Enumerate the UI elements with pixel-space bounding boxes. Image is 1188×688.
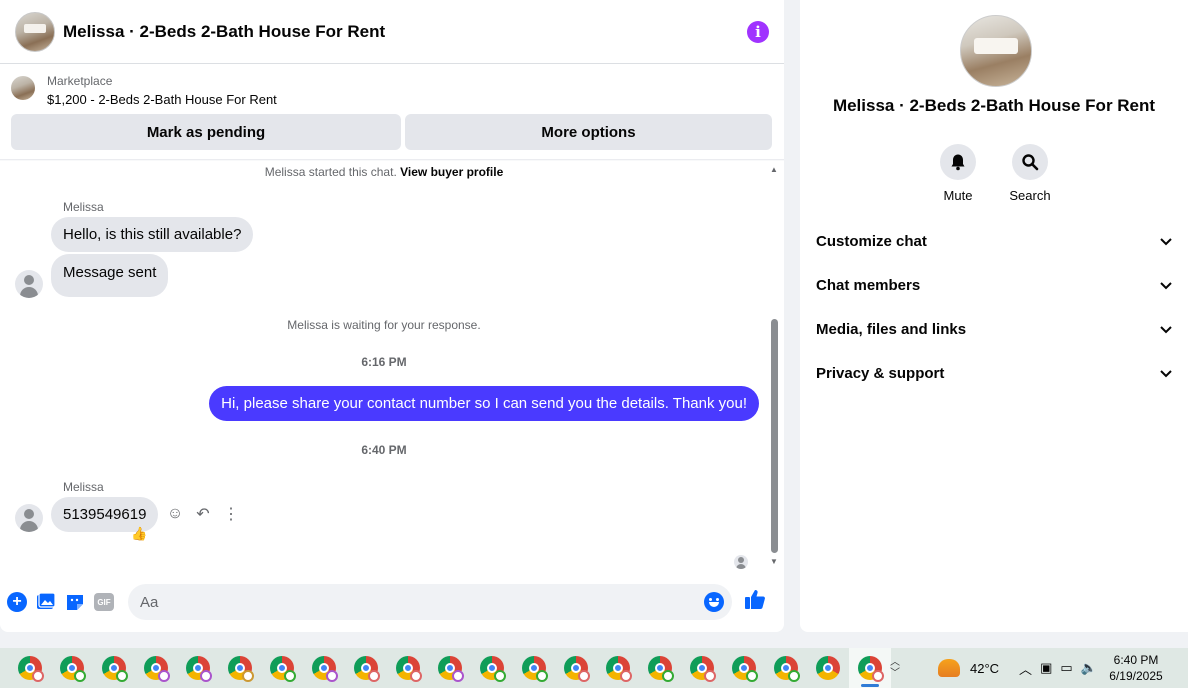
sender-name: Melissa xyxy=(63,480,104,494)
chrome-taskbar-icon[interactable] xyxy=(387,648,429,688)
scroll-up-icon[interactable]: ▲ xyxy=(769,165,779,175)
taskbar: ︿ ﹀ 42°C ︿ ▣ ▭ 🔈 6:40 PM 6/19/2025 xyxy=(0,648,1188,688)
chat-avatar[interactable] xyxy=(15,11,55,52)
network-icon[interactable]: ▭ xyxy=(1060,660,1072,676)
mute-label: Mute xyxy=(943,188,973,203)
photo-icon[interactable] xyxy=(35,591,57,613)
chrome-taskbar-icon[interactable] xyxy=(429,648,471,688)
info-title: Melissa · 2-Beds 2-Bath House For Rent xyxy=(832,96,1156,115)
message-composer: + GIF Aa xyxy=(0,584,784,620)
chat-started-notice: Melissa started this chat. View buyer pr… xyxy=(0,165,768,179)
chrome-taskbar-icon-active[interactable] xyxy=(849,648,891,688)
reply-icon[interactable]: ↶ xyxy=(194,505,212,523)
listing-title: $1,200 - 2-Beds 2-Bath House For Rent xyxy=(47,92,277,107)
message-input[interactable]: Aa xyxy=(128,584,732,620)
bell-icon[interactable] xyxy=(940,144,976,180)
message-actions: ☺ ↶ ⋮ xyxy=(166,505,240,523)
emoji-icon[interactable] xyxy=(704,592,724,612)
chevron-down-icon xyxy=(1160,366,1172,381)
chrome-taskbar-icon[interactable] xyxy=(723,648,765,688)
section-label: Media, files and links xyxy=(816,320,967,338)
sender-avatar[interactable] xyxy=(15,504,43,532)
section-label: Chat members xyxy=(816,276,921,294)
chrome-taskbar-icon[interactable] xyxy=(639,648,681,688)
clock-date: 6/19/2025 xyxy=(1109,669,1163,683)
thumbs-up-reaction[interactable]: 👍 xyxy=(131,526,147,542)
chevron-down-icon xyxy=(1160,234,1172,249)
chat-header: Melissa · 2-Beds 2-Bath House For Rent i xyxy=(0,0,784,64)
chrome-taskbar-icon[interactable] xyxy=(681,648,723,688)
volume-icon[interactable]: 🔈 xyxy=(1081,660,1097,676)
chrome-taskbar-icon[interactable] xyxy=(219,648,261,688)
chrome-taskbar-icon[interactable] xyxy=(513,648,555,688)
section-label: Customize chat xyxy=(816,232,927,250)
more-icon[interactable]: ⋮ xyxy=(222,505,240,523)
scrollbar-thumb[interactable] xyxy=(771,319,778,553)
message-bubble[interactable]: Hello, is this still available? xyxy=(51,217,254,252)
sender-name: Melissa xyxy=(63,200,104,214)
chrome-taskbar-icon[interactable] xyxy=(471,648,513,688)
chevron-down-icon xyxy=(1160,278,1172,293)
timestamp: 6:16 PM xyxy=(361,355,407,369)
search-label: Search xyxy=(1009,188,1051,203)
temperature[interactable]: 42°C xyxy=(970,661,999,676)
listing-thumbnail xyxy=(11,76,35,100)
chat-info-panel: Melissa · 2-Beds 2-Bath House For Rent M… xyxy=(800,0,1188,632)
sender-avatar[interactable] xyxy=(15,270,43,298)
chat-started-text: Melissa started this chat. xyxy=(264,165,397,179)
chrome-taskbar-icon[interactable] xyxy=(9,648,51,688)
chrome-taskbar-icon[interactable] xyxy=(93,648,135,688)
chrome-taskbar-icon[interactable] xyxy=(177,648,219,688)
customize-chat-section[interactable]: Customize chat xyxy=(816,219,1172,263)
marketplace-label: Marketplace xyxy=(47,74,113,88)
system-tray: ︿ ﹀ 42°C ︿ ▣ ▭ 🔈 xyxy=(890,648,1097,688)
chrome-taskbar-icon[interactable] xyxy=(303,648,345,688)
message-input-placeholder: Aa xyxy=(140,593,159,611)
gif-label: GIF xyxy=(94,593,114,611)
media-files-links-section[interactable]: Media, files and links xyxy=(816,307,1172,351)
privacy-support-section[interactable]: Privacy & support xyxy=(816,351,1172,395)
chevron-down-icon xyxy=(1160,322,1172,337)
view-buyer-profile-link[interactable]: View buyer profile xyxy=(400,165,503,179)
clock[interactable]: 6:40 PM 6/19/2025 xyxy=(1096,648,1176,688)
marketplace-listing[interactable]: Marketplace $1,200 - 2-Beds 2-Bath House… xyxy=(0,64,784,110)
info-icon[interactable]: i xyxy=(747,20,769,43)
plus-icon[interactable]: + xyxy=(6,591,28,613)
waiting-notice: Melissa is waiting for your response. xyxy=(287,318,481,332)
scrollbar[interactable]: ▲ ▼ xyxy=(768,163,780,569)
thumbs-up-send-icon[interactable] xyxy=(744,588,766,616)
more-options-button[interactable]: More options xyxy=(405,114,772,150)
react-icon[interactable]: ☺ xyxy=(166,505,184,523)
gif-icon[interactable]: GIF xyxy=(93,591,115,613)
message-list: Melissa started this chat. View buyer pr… xyxy=(0,161,768,571)
message-bubble[interactable]: Message sent xyxy=(51,254,169,297)
outgoing-message-bubble[interactable]: Hi, please share your contact number so … xyxy=(209,386,759,421)
search-icon[interactable] xyxy=(1012,144,1048,180)
timestamp: 6:40 PM xyxy=(361,443,407,457)
info-avatar[interactable] xyxy=(960,15,1032,87)
chrome-taskbar-icon[interactable] xyxy=(135,648,177,688)
scroll-down-icon[interactable]: ▼ xyxy=(769,557,779,567)
meet-icon[interactable]: ▣ xyxy=(1040,660,1052,676)
mute-action[interactable]: Mute xyxy=(928,144,988,203)
chat-title[interactable]: Melissa · 2-Beds 2-Bath House For Rent xyxy=(63,22,747,42)
overflow-chevron-icon[interactable]: ︿ ﹀ xyxy=(890,657,900,679)
chat-panel: Melissa · 2-Beds 2-Bath House For Rent i… xyxy=(0,0,784,632)
chrome-taskbar-icon[interactable] xyxy=(597,648,639,688)
search-action[interactable]: Search xyxy=(1000,144,1060,203)
tray-chevron-up-icon[interactable]: ︿ xyxy=(1019,659,1032,678)
chat-members-section[interactable]: Chat members xyxy=(816,263,1172,307)
mark-as-pending-button[interactable]: Mark as pending xyxy=(11,114,401,150)
clock-time: 6:40 PM xyxy=(1113,653,1159,667)
chrome-taskbar-icon[interactable] xyxy=(765,648,807,688)
chrome-taskbar-icon[interactable] xyxy=(261,648,303,688)
weather-icon[interactable] xyxy=(938,659,960,677)
section-label: Privacy & support xyxy=(816,364,945,382)
chrome-taskbar-icon[interactable] xyxy=(345,648,387,688)
chrome-taskbar-icon[interactable] xyxy=(555,648,597,688)
sticker-icon[interactable] xyxy=(64,591,86,613)
chrome-taskbar-icon[interactable] xyxy=(807,648,849,688)
chrome-taskbar-icon[interactable] xyxy=(51,648,93,688)
read-receipt-avatar xyxy=(734,555,748,569)
